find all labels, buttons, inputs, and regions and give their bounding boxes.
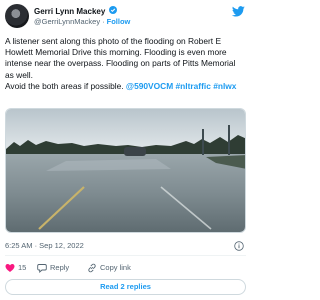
reply-button[interactable]: Reply — [37, 262, 69, 274]
car — [124, 147, 146, 156]
read-replies-button[interactable]: Read 2 replies — [5, 279, 246, 295]
tweet-timestamp[interactable]: 6:25 AM · Sep 12, 2022 — [5, 241, 84, 250]
divider — [5, 255, 246, 256]
link-icon — [88, 263, 96, 273]
tweet-actions: 15 Reply Copy link — [5, 262, 246, 274]
street-light — [202, 129, 204, 155]
author-name-row[interactable]: Gerri Lynn Mackey — [34, 6, 117, 17]
tweet-meta: 6:25 AM · Sep 12, 2022 — [5, 241, 244, 251]
tweet-card: Gerri Lynn Mackey @GerriLynnMackey · Follo… — [0, 0, 251, 300]
utility-pole — [228, 125, 230, 155]
author-handle[interactable]: @GerriLynnMackey — [34, 17, 100, 26]
reply-label: Reply — [50, 263, 70, 272]
speech-bubble-icon — [37, 264, 47, 273]
separator-dot: · — [102, 17, 105, 26]
tweet-photo[interactable] — [5, 108, 246, 233]
like-count: 15 — [18, 263, 27, 272]
tweet-text: A listener sent along this photo of the … — [5, 36, 246, 92]
copy-link-button[interactable]: Copy link — [87, 262, 131, 274]
author-handle-row: @GerriLynnMackey · Follow — [34, 17, 130, 27]
like-button[interactable]: 15 — [5, 262, 26, 274]
heart-icon — [5, 264, 15, 272]
read-replies-label: Read 2 replies — [100, 282, 151, 291]
verified-badge-icon — [108, 6, 117, 17]
twitter-bird-icon[interactable] — [232, 6, 245, 17]
avatar[interactable] — [5, 4, 29, 28]
tweet-mentions-hashtags[interactable]: @590VOCM #nltraffic #nlwx — [126, 81, 237, 91]
author-name[interactable]: Gerri Lynn Mackey — [34, 7, 105, 16]
tweet-header: Gerri Lynn Mackey @GerriLynnMackey · Follo… — [5, 4, 246, 30]
tweet-body: A listener sent along this photo of the … — [5, 36, 236, 80]
tweet-body-2: Avoid the both areas if possible. — [5, 80, 124, 91]
info-icon[interactable] — [234, 241, 244, 251]
follow-button[interactable]: Follow — [107, 17, 131, 26]
copy-link-label: Copy link — [100, 263, 131, 272]
